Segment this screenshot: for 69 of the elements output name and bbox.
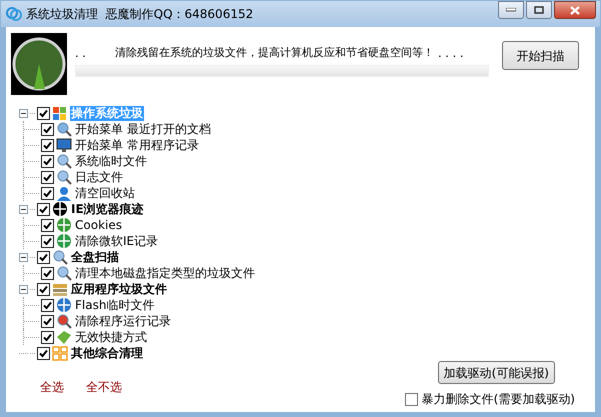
checkbox[interactable] bbox=[41, 170, 54, 184]
tree-item-label[interactable]: Cookies bbox=[74, 218, 123, 232]
checkbox[interactable] bbox=[37, 282, 50, 296]
checkbox[interactable] bbox=[41, 234, 54, 248]
force-delete-label: 暴力删除文件(需要加载驱动) bbox=[422, 391, 575, 408]
select-none-link[interactable]: 全不选 bbox=[86, 378, 122, 396]
tree-item-label[interactable]: 清理本地磁盘指定类型的垃圾文件 bbox=[74, 266, 256, 280]
windows-logo-icon bbox=[52, 106, 68, 120]
tree-group-label[interactable]: IE浏览器痕迹 bbox=[70, 202, 145, 216]
search-icon bbox=[52, 249, 68, 265]
expander-toggle[interactable] bbox=[19, 284, 28, 294]
tree-item-label[interactable]: 日志文件 bbox=[74, 170, 124, 184]
search-icon bbox=[56, 265, 72, 281]
search-icon bbox=[56, 121, 72, 137]
scan-button[interactable]: 开始扫描 bbox=[502, 41, 579, 70]
app-icon bbox=[5, 5, 23, 23]
description-text: 清除残留在系统的垃圾文件，提高计算机反应和节省硬盘空间等！ bbox=[115, 45, 434, 61]
stack-icon bbox=[52, 282, 68, 296]
checkbox[interactable] bbox=[404, 392, 418, 406]
maximize-icon bbox=[534, 6, 544, 14]
expander-toggle[interactable] bbox=[19, 108, 28, 118]
close-icon bbox=[570, 6, 580, 14]
expander-toggle[interactable] bbox=[19, 252, 28, 262]
checkbox[interactable] bbox=[41, 314, 54, 328]
tree-item-label[interactable]: 清除程序运行记录 bbox=[74, 314, 172, 328]
radar-picture bbox=[11, 33, 67, 95]
window-title: 系统垃圾清理 恶魔制作QQ：648606152 bbox=[26, 6, 254, 23]
expander-toggle[interactable] bbox=[19, 204, 28, 214]
tree-item-label[interactable]: Flash临时文件 bbox=[74, 298, 156, 312]
search-icon bbox=[56, 313, 72, 329]
tree-group-label[interactable]: 其他综合清理 bbox=[70, 346, 144, 360]
tree-item-label[interactable]: 开始菜单 常用程序记录 bbox=[74, 138, 200, 152]
tree-item-label[interactable]: 开始菜单 最近打开的文档 bbox=[74, 122, 212, 136]
tree-group-label[interactable]: 应用程序垃圾文件 bbox=[70, 282, 168, 296]
minimize-button[interactable] bbox=[498, 1, 524, 19]
close-button[interactable] bbox=[554, 1, 596, 19]
minimize-icon bbox=[506, 8, 516, 12]
checkbox[interactable] bbox=[37, 202, 50, 216]
checkbox[interactable] bbox=[41, 122, 54, 136]
checkbox[interactable] bbox=[41, 186, 54, 200]
monitor-icon bbox=[56, 138, 72, 152]
checkbox[interactable] bbox=[37, 106, 50, 120]
tree-group-label[interactable]: 全盘扫描 bbox=[70, 250, 120, 264]
globe-icon bbox=[56, 297, 72, 313]
maximize-button[interactable] bbox=[526, 1, 552, 19]
checkbox[interactable] bbox=[41, 138, 54, 152]
globe-icon bbox=[52, 201, 68, 217]
checkbox[interactable] bbox=[41, 266, 54, 280]
tag-icon bbox=[56, 330, 72, 344]
tree-item-label[interactable]: 无效快捷方式 bbox=[74, 330, 148, 344]
grid-icon bbox=[52, 346, 68, 360]
checkbox[interactable] bbox=[41, 298, 54, 312]
checkbox[interactable] bbox=[41, 330, 54, 344]
checkbox[interactable] bbox=[37, 346, 50, 360]
dots: . . . . bbox=[438, 45, 464, 61]
globe-icon bbox=[56, 217, 72, 233]
checkbox[interactable] bbox=[41, 218, 54, 232]
select-all-link[interactable]: 全选 bbox=[40, 378, 64, 396]
load-driver-button[interactable]: 加载驱动(可能误报) bbox=[438, 361, 555, 384]
user-icon bbox=[56, 186, 72, 200]
checkbox[interactable] bbox=[41, 154, 54, 168]
dots: . . bbox=[75, 45, 87, 61]
search-icon bbox=[56, 153, 72, 169]
tree-item-label[interactable]: 系统临时文件 bbox=[74, 154, 148, 168]
checkbox[interactable] bbox=[37, 250, 50, 264]
tree-item-label[interactable]: 清空回收站 bbox=[74, 186, 136, 200]
search-icon bbox=[56, 169, 72, 185]
globe-icon bbox=[56, 233, 72, 249]
tree-item-label[interactable]: 清除微软IE记录 bbox=[74, 234, 160, 248]
